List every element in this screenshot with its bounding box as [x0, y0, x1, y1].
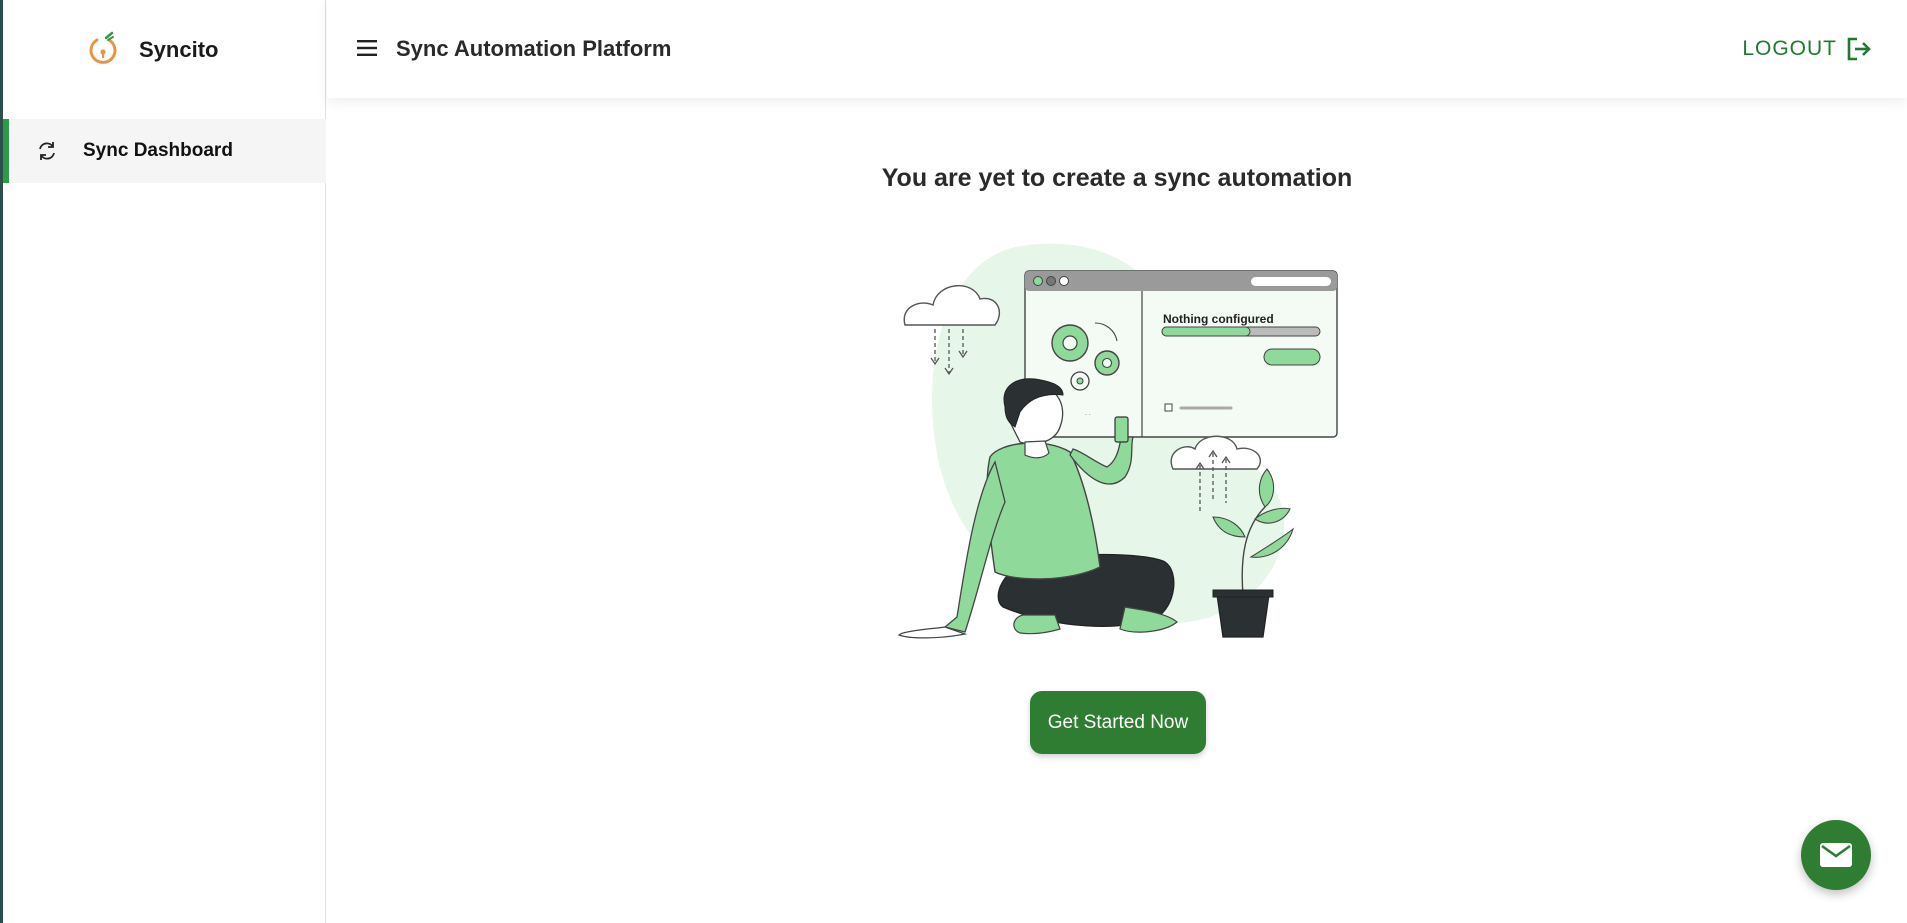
svg-text:. .: . .	[1085, 410, 1091, 417]
top-header: Sync Automation Platform LOGOUT	[327, 0, 1907, 98]
contact-mail-button[interactable]	[1801, 820, 1871, 890]
logout-label: LOGOUT	[1742, 37, 1837, 60]
active-indicator	[3, 119, 9, 183]
syncito-logo-icon	[89, 31, 117, 64]
mail-icon	[1820, 843, 1852, 867]
phone-graphic	[1114, 416, 1129, 443]
empty-state-title: You are yet to create a sync automation	[881, 164, 1353, 192]
empty-state-illustration: . . Nothing configured	[897, 243, 1338, 639]
hamburger-menu-icon[interactable]	[355, 36, 379, 60]
page-title: Sync Automation Platform	[396, 36, 672, 61]
brand-name: Syncito	[139, 37, 219, 62]
brand: Syncito	[83, 26, 218, 74]
browser-window-graphic: . . Nothing configured	[1024, 270, 1338, 438]
sidebar-item-label: Sync Dashboard	[83, 140, 233, 161]
get-started-button[interactable]: Get Started Now	[1030, 691, 1206, 754]
sidebar-item-sync-dashboard[interactable]: Sync Dashboard	[3, 119, 326, 183]
illustration-label: Nothing configured	[1163, 312, 1274, 326]
sidebar: Syncito Sync Dashboard	[3, 0, 326, 923]
sync-icon	[39, 142, 55, 160]
logout-icon	[1847, 37, 1871, 61]
logout-button[interactable]: LOGOUT	[1742, 35, 1873, 63]
